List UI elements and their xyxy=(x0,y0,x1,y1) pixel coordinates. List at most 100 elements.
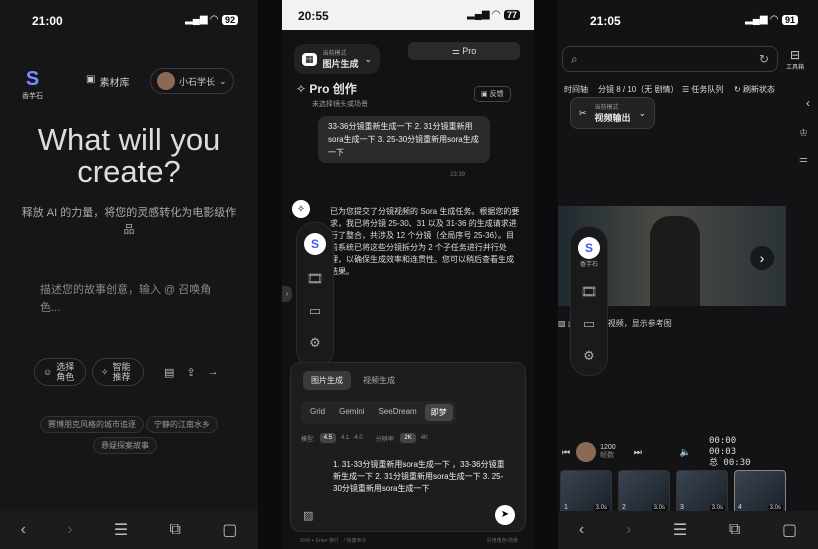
battery: 77 xyxy=(503,9,520,20)
document-icon[interactable]: ▤ xyxy=(164,366,174,379)
menu-icon[interactable]: ☰ xyxy=(114,520,128,540)
folder-icon[interactable]: ▭ xyxy=(583,316,595,332)
volume-icon[interactable]: 🔈 xyxy=(680,447,691,458)
sliders-icon[interactable]: ⚌ xyxy=(799,154,808,165)
generation-tabs: 图片生成 视频生成 xyxy=(303,371,403,390)
next-arrow-icon[interactable]: › xyxy=(750,246,774,270)
user-menu[interactable]: 小石学长 ⌄ xyxy=(150,68,234,94)
windows-icon[interactable]: ▢ xyxy=(782,520,797,540)
gear-icon[interactable]: ⚙ xyxy=(309,335,321,351)
status-icons: ▂▄▆ ◠ 91 xyxy=(745,14,798,25)
model-option[interactable]: Grid xyxy=(304,404,331,421)
search-bar[interactable]: ⌕ ↻ xyxy=(562,46,778,72)
subtitle: 未选择镜头或场景 xyxy=(312,101,368,108)
tabs-icon[interactable]: ⧉ xyxy=(169,521,180,539)
version-option[interactable]: 4.5 xyxy=(319,433,337,443)
browser-nav: ‹ › ☰ ⧉ ▢ xyxy=(0,511,258,549)
skip-forward-icon[interactable]: ⏭ xyxy=(634,447,642,458)
shot-info: 分镜 8 / 10（无 剧情） xyxy=(598,85,679,94)
folder-icon[interactable]: ▭ xyxy=(309,303,321,319)
chevron-down-icon: ⌄ xyxy=(364,53,373,64)
mode-selector[interactable]: ▦ 当前模式 图片生成 ⌄ xyxy=(294,44,381,74)
status-bar: 21:05 ▂▄▆ ◠ 91 xyxy=(558,0,818,40)
feedback-button[interactable]: ▣ 反馈 xyxy=(474,86,511,102)
forward-icon[interactable]: › xyxy=(67,521,72,539)
refresh-status-button[interactable]: ↻ 刷新状态 xyxy=(734,84,782,96)
prompt-input[interactable]: 1. 31-33分镜重新用sora生成一下 ，33-36分镜重新生成一下 2. … xyxy=(333,459,511,495)
logo-icon: S xyxy=(25,68,40,90)
toolbox-button[interactable]: ⊟ 工具箱 xyxy=(786,48,804,71)
browser-nav: ‹ › ☰ ⧉ ▢ xyxy=(558,511,818,549)
suggestion-chip[interactable]: 宁静的江南水乡 xyxy=(146,416,218,433)
model-option-selected[interactable]: 即梦 xyxy=(424,404,453,421)
shot-thumbnail[interactable]: 2 3.0s xyxy=(618,470,670,514)
version-option[interactable]: 4.1 xyxy=(341,435,349,441)
image-upload-icon[interactable]: ▨ xyxy=(303,509,313,522)
menu-icon[interactable]: ☰ xyxy=(673,520,687,540)
prompt-input[interactable]: 描述您的故事创意，输入 @ 召唤角色... xyxy=(40,281,220,317)
phone-home: 21:00 ▂▄▆ ◠ 92 S 香芋石 ▣ 素材库 小石学长 ⌄ What wil… xyxy=(0,0,258,549)
film-icon[interactable]: 🎞 xyxy=(307,271,324,287)
resolution-option[interactable]: 2K xyxy=(400,433,416,443)
send-button[interactable]: ➤ xyxy=(495,505,515,525)
back-icon[interactable]: ‹ xyxy=(579,521,584,539)
refresh-icon: ↻ xyxy=(734,85,741,94)
smart-recommend-button[interactable]: ✧ 智能推荐 xyxy=(92,358,144,386)
app-logo[interactable]: S 香芋石 xyxy=(578,237,600,268)
tabs-icon[interactable]: ⧉ xyxy=(729,521,740,539)
collapse-handle[interactable]: › xyxy=(282,286,292,302)
suggestion-chip[interactable]: 悬疑探案故事 xyxy=(93,437,157,454)
phone-pro: 20:55 ▂▄▆ ◠ 77 ▦ 当前模式 图片生成 ⌄ ⚌ Pro ✧ Pro … xyxy=(282,0,534,549)
select-role-button[interactable]: ☺ 选择角色 xyxy=(34,358,86,386)
back-icon[interactable]: ‹ xyxy=(21,521,26,539)
sparkle-icon: ✧ xyxy=(101,367,109,377)
search-icon: ⌕ xyxy=(571,51,578,66)
version-option[interactable]: 4.0 xyxy=(354,435,362,441)
message-time: 23:39 xyxy=(450,172,466,178)
timeline-tab[interactable]: 时间轴 xyxy=(564,84,594,96)
mode-selector[interactable]: ✂ 当前模式 视频输出 ⌄ xyxy=(570,97,656,129)
suggestion-chip[interactable]: 赛博朋克风格的城市追逐 xyxy=(40,416,144,433)
app-logo[interactable]: S 香芋石 xyxy=(22,68,43,101)
refresh-icon[interactable]: ↻ xyxy=(759,52,769,66)
tab-video-gen[interactable]: 视频生成 xyxy=(355,371,403,390)
resolution-option[interactable]: 4K xyxy=(421,435,428,441)
film-icon[interactable]: 🎞 xyxy=(581,284,598,300)
image-icon: ▣ xyxy=(86,74,96,85)
task-queue-button[interactable]: ☰ 任务队列 xyxy=(682,84,730,96)
upload-icon[interactable]: ⇪ xyxy=(186,366,195,379)
model-option[interactable]: Gemini xyxy=(333,404,370,421)
player-controls: ⏮ 1200 帧数 ⏭ 🔈 00:00 00:03 总 00:30 xyxy=(562,435,751,468)
tab-image-gen[interactable]: 图片生成 xyxy=(303,371,351,390)
arrow-right-icon[interactable]: → xyxy=(208,366,219,379)
forward-icon[interactable]: › xyxy=(626,521,631,539)
status-time: 20:55 xyxy=(298,9,329,23)
status-bar: 21:00 ▂▄▆ ◠ 92 xyxy=(0,0,258,40)
scissors-icon: ✂ xyxy=(579,107,587,118)
tab-pro[interactable]: ⚌ Pro xyxy=(408,42,520,60)
avatar xyxy=(157,72,175,90)
chevron-left-icon[interactable]: ‹ xyxy=(806,96,810,110)
person-icon: ☺ xyxy=(43,367,53,377)
gear-icon[interactable]: ⚙ xyxy=(583,348,595,364)
windows-icon[interactable]: ▢ xyxy=(222,520,237,540)
crown-icon[interactable]: ♔ xyxy=(799,128,808,139)
shot-thumbnail[interactable]: 4 3.0s xyxy=(734,470,786,514)
chat-icon: ▣ xyxy=(481,91,488,98)
composer-panel: 图片生成 视频生成 Grid Gemini SeeDream 即梦 模型: 4.… xyxy=(290,362,526,532)
footer-hint: Shift + Enter 换行 · / 快捷命令 xyxy=(300,538,367,544)
model-option[interactable]: SeeDream xyxy=(372,404,422,421)
shot-thumbnail[interactable]: 3 3.0s xyxy=(676,470,728,514)
input-actions: ▤ ⇪ → xyxy=(164,366,219,379)
sparkle-icon: ✧ xyxy=(296,82,307,96)
app-logo-icon[interactable]: S xyxy=(304,233,326,255)
user-message: 33-36分镜重新生成一下 2. 31分镜重新用sora生成一下 3. 25-3… xyxy=(318,116,490,163)
side-toolbar: S 香芋石 🎞 ▭ ⚙ xyxy=(570,226,608,376)
sparkle-icon: ✧ xyxy=(296,203,306,215)
shot-thumbnail[interactable]: 1 3.0s xyxy=(560,470,612,514)
skip-back-icon[interactable]: ⏮ xyxy=(562,447,570,458)
status-icons: ▂▄▆ ◠ 92 xyxy=(185,14,238,25)
library-link[interactable]: ▣ 素材库 xyxy=(86,74,129,89)
status-time: 21:05 xyxy=(590,14,621,28)
param-row: 模型: 4.5 4.1 4.0 分辨率: 2K 4K xyxy=(301,433,429,443)
